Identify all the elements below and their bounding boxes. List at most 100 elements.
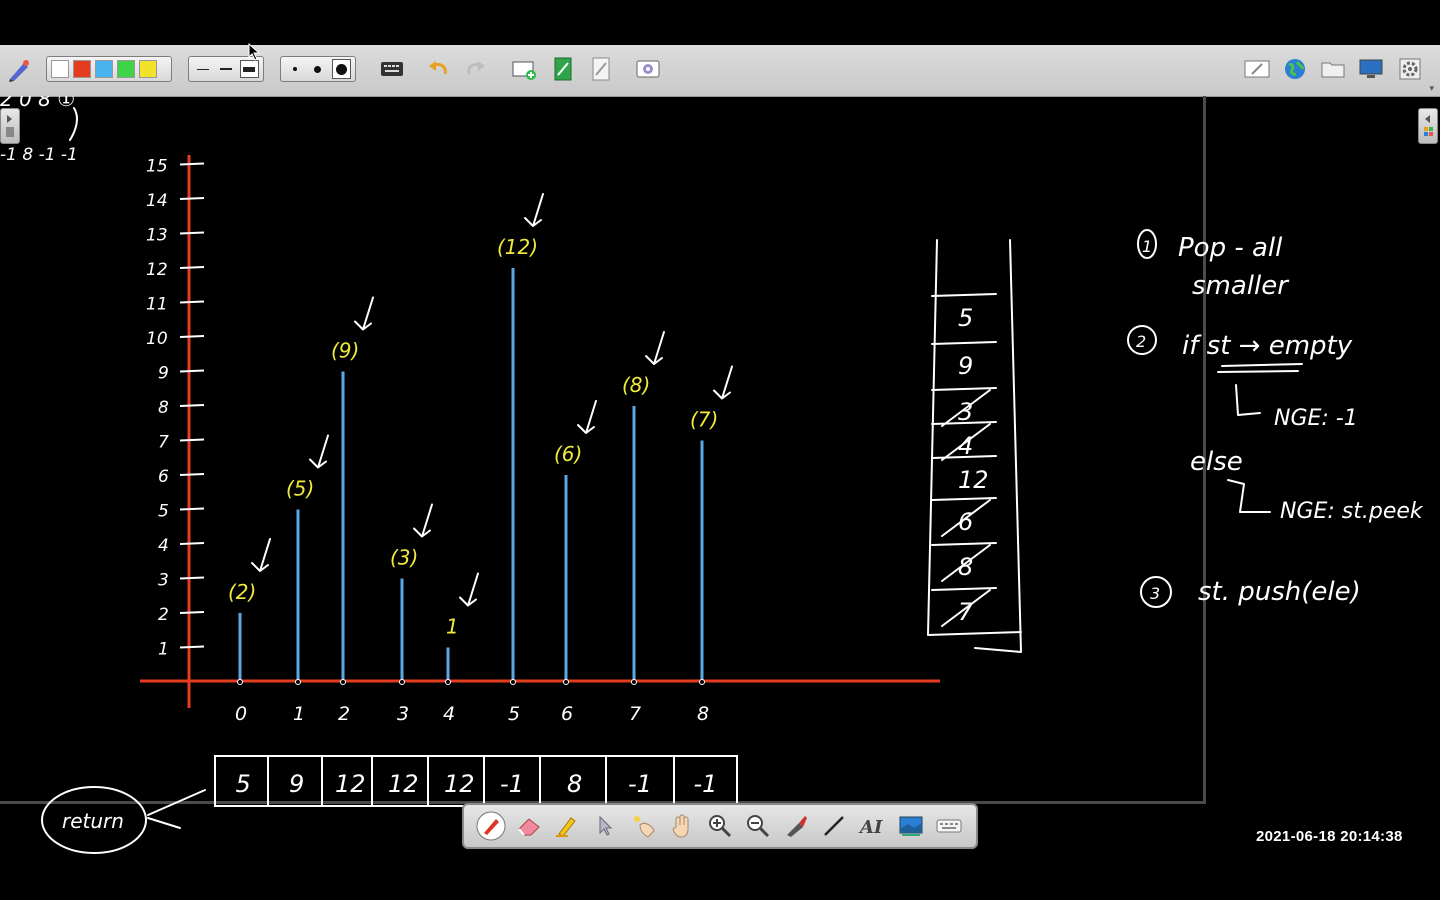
brush-icon[interactable] [781,811,811,841]
color-white-swatch[interactable] [51,60,69,78]
color-green-swatch[interactable] [117,60,135,78]
result-cell-value: 12 [335,770,366,798]
next-page-icon[interactable] [549,55,577,83]
stack-divider [931,293,997,297]
algorithm-steps: 1 Pop - all smaller 2 if st → empty NGE:… [1127,229,1424,608]
x-tick-label: 4 [443,703,455,725]
bar-label: (9) [331,339,359,363]
dot-medium-option[interactable] [308,59,327,79]
corner-note: 2 0 8 ① [0,96,75,111]
return-arrow-stroke [147,789,206,829]
keyboard-icon[interactable] [378,55,406,83]
step-2-number: 2 [1136,332,1146,351]
arrow-stroke [524,193,544,227]
y-tick-mark [179,438,205,442]
dot-small-option[interactable] [285,59,304,79]
dot-size-selector [280,56,356,82]
text-icon[interactable]: AI [857,811,887,841]
screen-capture-icon[interactable] [634,55,662,83]
arrow-stroke [577,400,597,434]
laser-pointer-icon[interactable] [629,811,659,841]
y-tick-mark [179,645,205,649]
line-thin-option[interactable] [193,60,212,78]
add-page-icon[interactable] [510,55,538,83]
timestamp: 2021-06-18 20:14:38 [1256,828,1403,845]
select-icon[interactable] [590,811,620,841]
color-yellow-swatch[interactable] [139,60,157,78]
keyboard-icon[interactable] [934,811,964,841]
y-tick-mark [179,197,205,200]
color-red-swatch[interactable] [73,60,91,78]
y-tick-label: 3 [158,571,169,591]
highlighter-icon[interactable] [552,811,582,841]
zoom-in-icon[interactable] [705,811,735,841]
stack-item: 12 [958,466,989,494]
stack-divider [931,421,997,425]
dot-large-option[interactable] [331,59,351,79]
y-tick-label: 11 [146,295,168,315]
desktop-icon[interactable] [1357,55,1385,83]
y-tick-label: 12 [146,260,168,280]
x-tick-label: 1 [293,703,305,725]
chevron-down-icon[interactable]: ▾ [1429,84,1434,94]
result-cell-value: -1 [500,770,524,798]
result-cell-value: -1 [628,770,652,798]
corner-arrow-stroke [69,107,78,141]
y-tick-mark [179,576,205,580]
color-blue-swatch[interactable] [95,60,113,78]
y-tick-mark [179,266,205,269]
step-2-line-1: if st → empty [1182,331,1353,361]
whiteboard-canvas[interactable]: 2 0 8 ① -1 8 -1 -1 123456789101112131415… [0,96,1440,856]
line-medium-option[interactable] [216,60,235,78]
y-tick-mark [179,162,205,166]
x-tick-label: 2 [338,703,350,725]
step-3-number: 3 [1150,584,1160,603]
y-tick-label: 7 [158,433,169,453]
y-tick-label: 13 [146,226,168,246]
arrow-stroke [354,296,374,331]
folder-icon[interactable] [1319,55,1347,83]
else-label: else [1190,447,1243,477]
stack-item: 9 [958,352,973,380]
arrow-stroke [413,503,433,538]
y-tick-mark [179,542,205,545]
bar-base-dot [563,679,569,685]
redo-icon[interactable] [462,55,490,83]
bar-base-dot [340,679,346,685]
arrow-stroke [459,572,479,607]
y-tick-mark [179,300,205,304]
eraser-icon[interactable] [514,811,544,841]
line-icon[interactable] [819,811,849,841]
previous-page-icon[interactable] [587,55,615,83]
bar-base-dot [510,679,516,685]
bar-label: (8) [622,373,650,397]
zoom-out-icon[interactable] [743,811,773,841]
settings-icon[interactable] [1396,55,1424,83]
x-axis-ticks: 0 1 2 3 4 5 6 7 8 [235,703,709,725]
step-2-line-2: NGE: -1 [1274,406,1358,431]
arrow-stroke [713,365,733,400]
svg-text:AI: AI [858,817,883,838]
y-tick-label: 14 [146,191,168,211]
hand-icon[interactable] [667,811,697,841]
x-tick-label: 8 [697,703,709,725]
top-toolbar: ▾ [0,45,1440,97]
corner-values: -1 8 -1 -1 [0,145,78,165]
stack-divider [931,587,997,591]
pen-icon[interactable] [476,811,506,841]
pen-settings-icon[interactable] [6,57,32,83]
stack-item: 5 [958,304,973,332]
y-tick-label: 5 [158,502,169,522]
y-tick-label: 10 [146,329,168,349]
bar-label: (12) [497,235,538,259]
bar-base-dot [631,679,637,685]
y-tick-label: 4 [158,536,169,556]
bar-label: (5) [286,477,314,501]
browser-icon[interactable] [1281,55,1309,83]
undo-icon[interactable] [424,55,452,83]
whiteboard-icon[interactable] [1243,55,1271,83]
step-3-line-1: st. push(ele) [1198,577,1361,607]
arrow-stroke [309,434,329,469]
y-tick-mark [179,369,205,373]
background-icon[interactable] [896,811,926,841]
